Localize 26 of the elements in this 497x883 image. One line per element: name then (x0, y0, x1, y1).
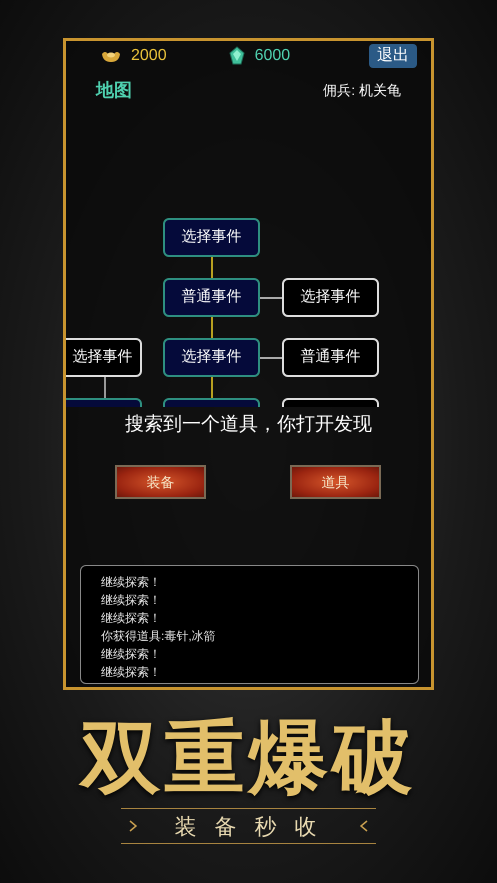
banner-headline: 双重爆破 (78, 712, 418, 802)
chevron-icon (129, 820, 137, 832)
gem-icon (228, 46, 245, 66)
log-line: 继续探索！ (101, 574, 162, 591)
map-title: 地图 (96, 79, 132, 102)
event-message: 搜索到一个道具，你打开发现 (125, 412, 372, 437)
event-node[interactable]: 选择事件 (282, 278, 379, 317)
log-line: 继续探索！ (101, 610, 162, 627)
currency-amount: 2000 (131, 46, 167, 66)
choice-button[interactable]: 装备 (115, 465, 206, 499)
event-node[interactable]: 选择事件 (163, 338, 260, 377)
event-node[interactable]: 普通事件 (163, 278, 260, 317)
event-node[interactable]: 选择事件 (163, 218, 260, 257)
log-line: 继续探索！ (101, 664, 162, 681)
exit-button[interactable]: 退出 (369, 44, 417, 68)
currency-amount: 6000 (254, 46, 290, 66)
log-line: 继续探索！ (101, 646, 162, 663)
banner-tagline: 装 备 秒 收 (174, 812, 323, 840)
log-line: 你获得道具:毒针,冰箭 (101, 628, 217, 645)
ingot-icon (101, 49, 121, 63)
event-node[interactable]: 选择事件 (66, 338, 142, 377)
choice-button[interactable]: 道具 (290, 465, 381, 499)
chevron-icon (360, 820, 368, 832)
mercenary-label: 佣兵: 机关龟 (323, 81, 401, 100)
log-line: 继续探索！ (101, 592, 162, 609)
event-node[interactable]: 普通事件 (282, 338, 379, 377)
